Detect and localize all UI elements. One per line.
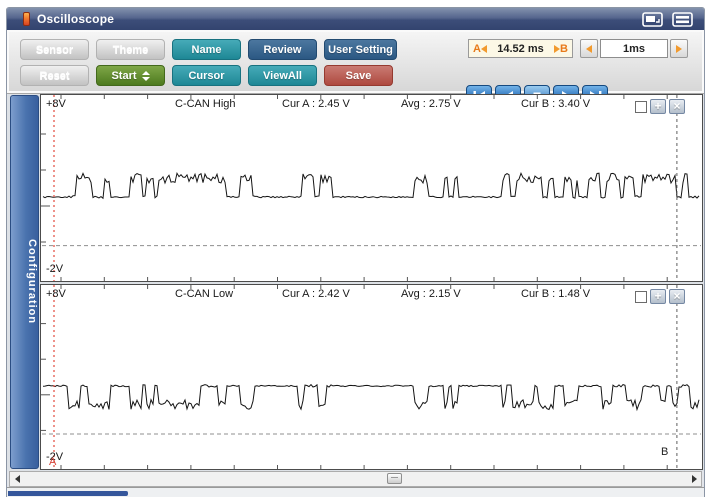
cursor-button[interactable]: Cursor bbox=[172, 65, 241, 86]
start-button[interactable]: Start bbox=[96, 65, 165, 86]
sensor-button[interactable]: Sensor bbox=[20, 39, 89, 60]
y-min-label: -2V bbox=[46, 263, 64, 275]
channel-1-controls: + × bbox=[635, 99, 685, 114]
ab-time-value: 14.52 ms bbox=[497, 42, 544, 55]
channel-1-title: C-CAN High bbox=[175, 98, 236, 110]
channel-1-zoom-icon[interactable]: + bbox=[650, 99, 666, 114]
toolbar: Sensor Theme Name Review User Setting Re… bbox=[7, 30, 704, 107]
channel-2-title: C-CAN Low bbox=[175, 288, 234, 300]
channel-2-avg-value: Avg : 2.15 V bbox=[401, 288, 461, 300]
channel-2-controls: + × bbox=[635, 289, 685, 304]
bottom-progress-bar bbox=[8, 491, 128, 496]
channel-2-cursor-b-value: Cur B : 1.48 V bbox=[521, 288, 591, 300]
channel-2-close-icon[interactable]: × bbox=[669, 289, 685, 304]
cursor-a-marker[interactable]: A bbox=[49, 456, 56, 468]
y-max-label: +8V bbox=[46, 98, 66, 110]
user-setting-button[interactable]: User Setting bbox=[324, 39, 397, 60]
timebase-decrease-button[interactable] bbox=[580, 39, 598, 58]
cursor-a-label: A bbox=[473, 42, 481, 55]
channel-2-waveform-plot[interactable] bbox=[41, 285, 702, 469]
timebase-increase-button[interactable] bbox=[670, 39, 688, 58]
h-scrollbar[interactable] bbox=[9, 471, 702, 487]
channel-1-cursor-b-value: Cur B : 3.40 V bbox=[521, 98, 591, 110]
channel-1-close-icon[interactable]: × bbox=[669, 99, 685, 114]
window-title: Oscilloscope bbox=[37, 12, 115, 26]
channel-2-zoom-icon[interactable]: + bbox=[650, 289, 666, 304]
channel-1-cursor-a-value: Cur A : 2.45 V bbox=[282, 98, 350, 110]
channel-1-panel: +8V C-CAN High Cur A : 2.45 V Avg : 2.75… bbox=[40, 94, 703, 282]
title-bar[interactable]: Oscilloscope bbox=[7, 8, 704, 30]
y-max-label: +8V bbox=[46, 288, 66, 300]
timebase-field[interactable]: 1ms bbox=[600, 39, 668, 58]
cursor-b-label: B bbox=[560, 42, 568, 55]
start-spinner-icon[interactable] bbox=[141, 70, 150, 81]
viewall-button[interactable]: ViewAll bbox=[248, 65, 317, 86]
capture-window-icon[interactable] bbox=[641, 11, 664, 27]
channel-1-avg-value: Avg : 2.75 V bbox=[401, 98, 461, 110]
scroll-right-icon[interactable] bbox=[687, 472, 701, 486]
review-button[interactable]: Review bbox=[248, 39, 317, 60]
cursor-b-marker[interactable]: B bbox=[661, 446, 668, 458]
reset-button[interactable]: Reset bbox=[20, 65, 89, 86]
plot-area: +8V C-CAN High Cur A : 2.45 V Avg : 2.75… bbox=[40, 94, 703, 471]
channel-2-checkbox[interactable] bbox=[635, 290, 647, 303]
scroll-left-icon[interactable] bbox=[10, 472, 24, 486]
name-button[interactable]: Name bbox=[172, 39, 241, 60]
ab-cursor-readout: A 14.52 ms B bbox=[468, 39, 573, 58]
bottom-strip bbox=[7, 487, 704, 497]
start-button-label: Start bbox=[111, 69, 137, 82]
channel-1-waveform-plot[interactable] bbox=[41, 95, 702, 281]
h-scrollbar-thumb[interactable] bbox=[386, 473, 402, 484]
channel-2-cursor-a-value: Cur A : 2.42 V bbox=[282, 288, 350, 300]
oscilloscope-window: Oscilloscope Sensor Theme Name Review Us… bbox=[6, 7, 705, 497]
main-area: Configuration +8V C-CAN High Cur A : 2.4… bbox=[7, 94, 704, 471]
theme-button[interactable]: Theme bbox=[96, 39, 165, 60]
channel-1-checkbox[interactable] bbox=[635, 100, 647, 113]
save-button[interactable]: Save bbox=[324, 65, 393, 86]
channel-2-panel: +8V C-CAN Low Cur A : 2.42 V Avg : 2.15 … bbox=[40, 284, 703, 470]
layout-toggle-icon[interactable] bbox=[671, 11, 694, 27]
app-icon bbox=[23, 12, 30, 26]
configuration-tab[interactable]: Configuration bbox=[10, 95, 39, 469]
